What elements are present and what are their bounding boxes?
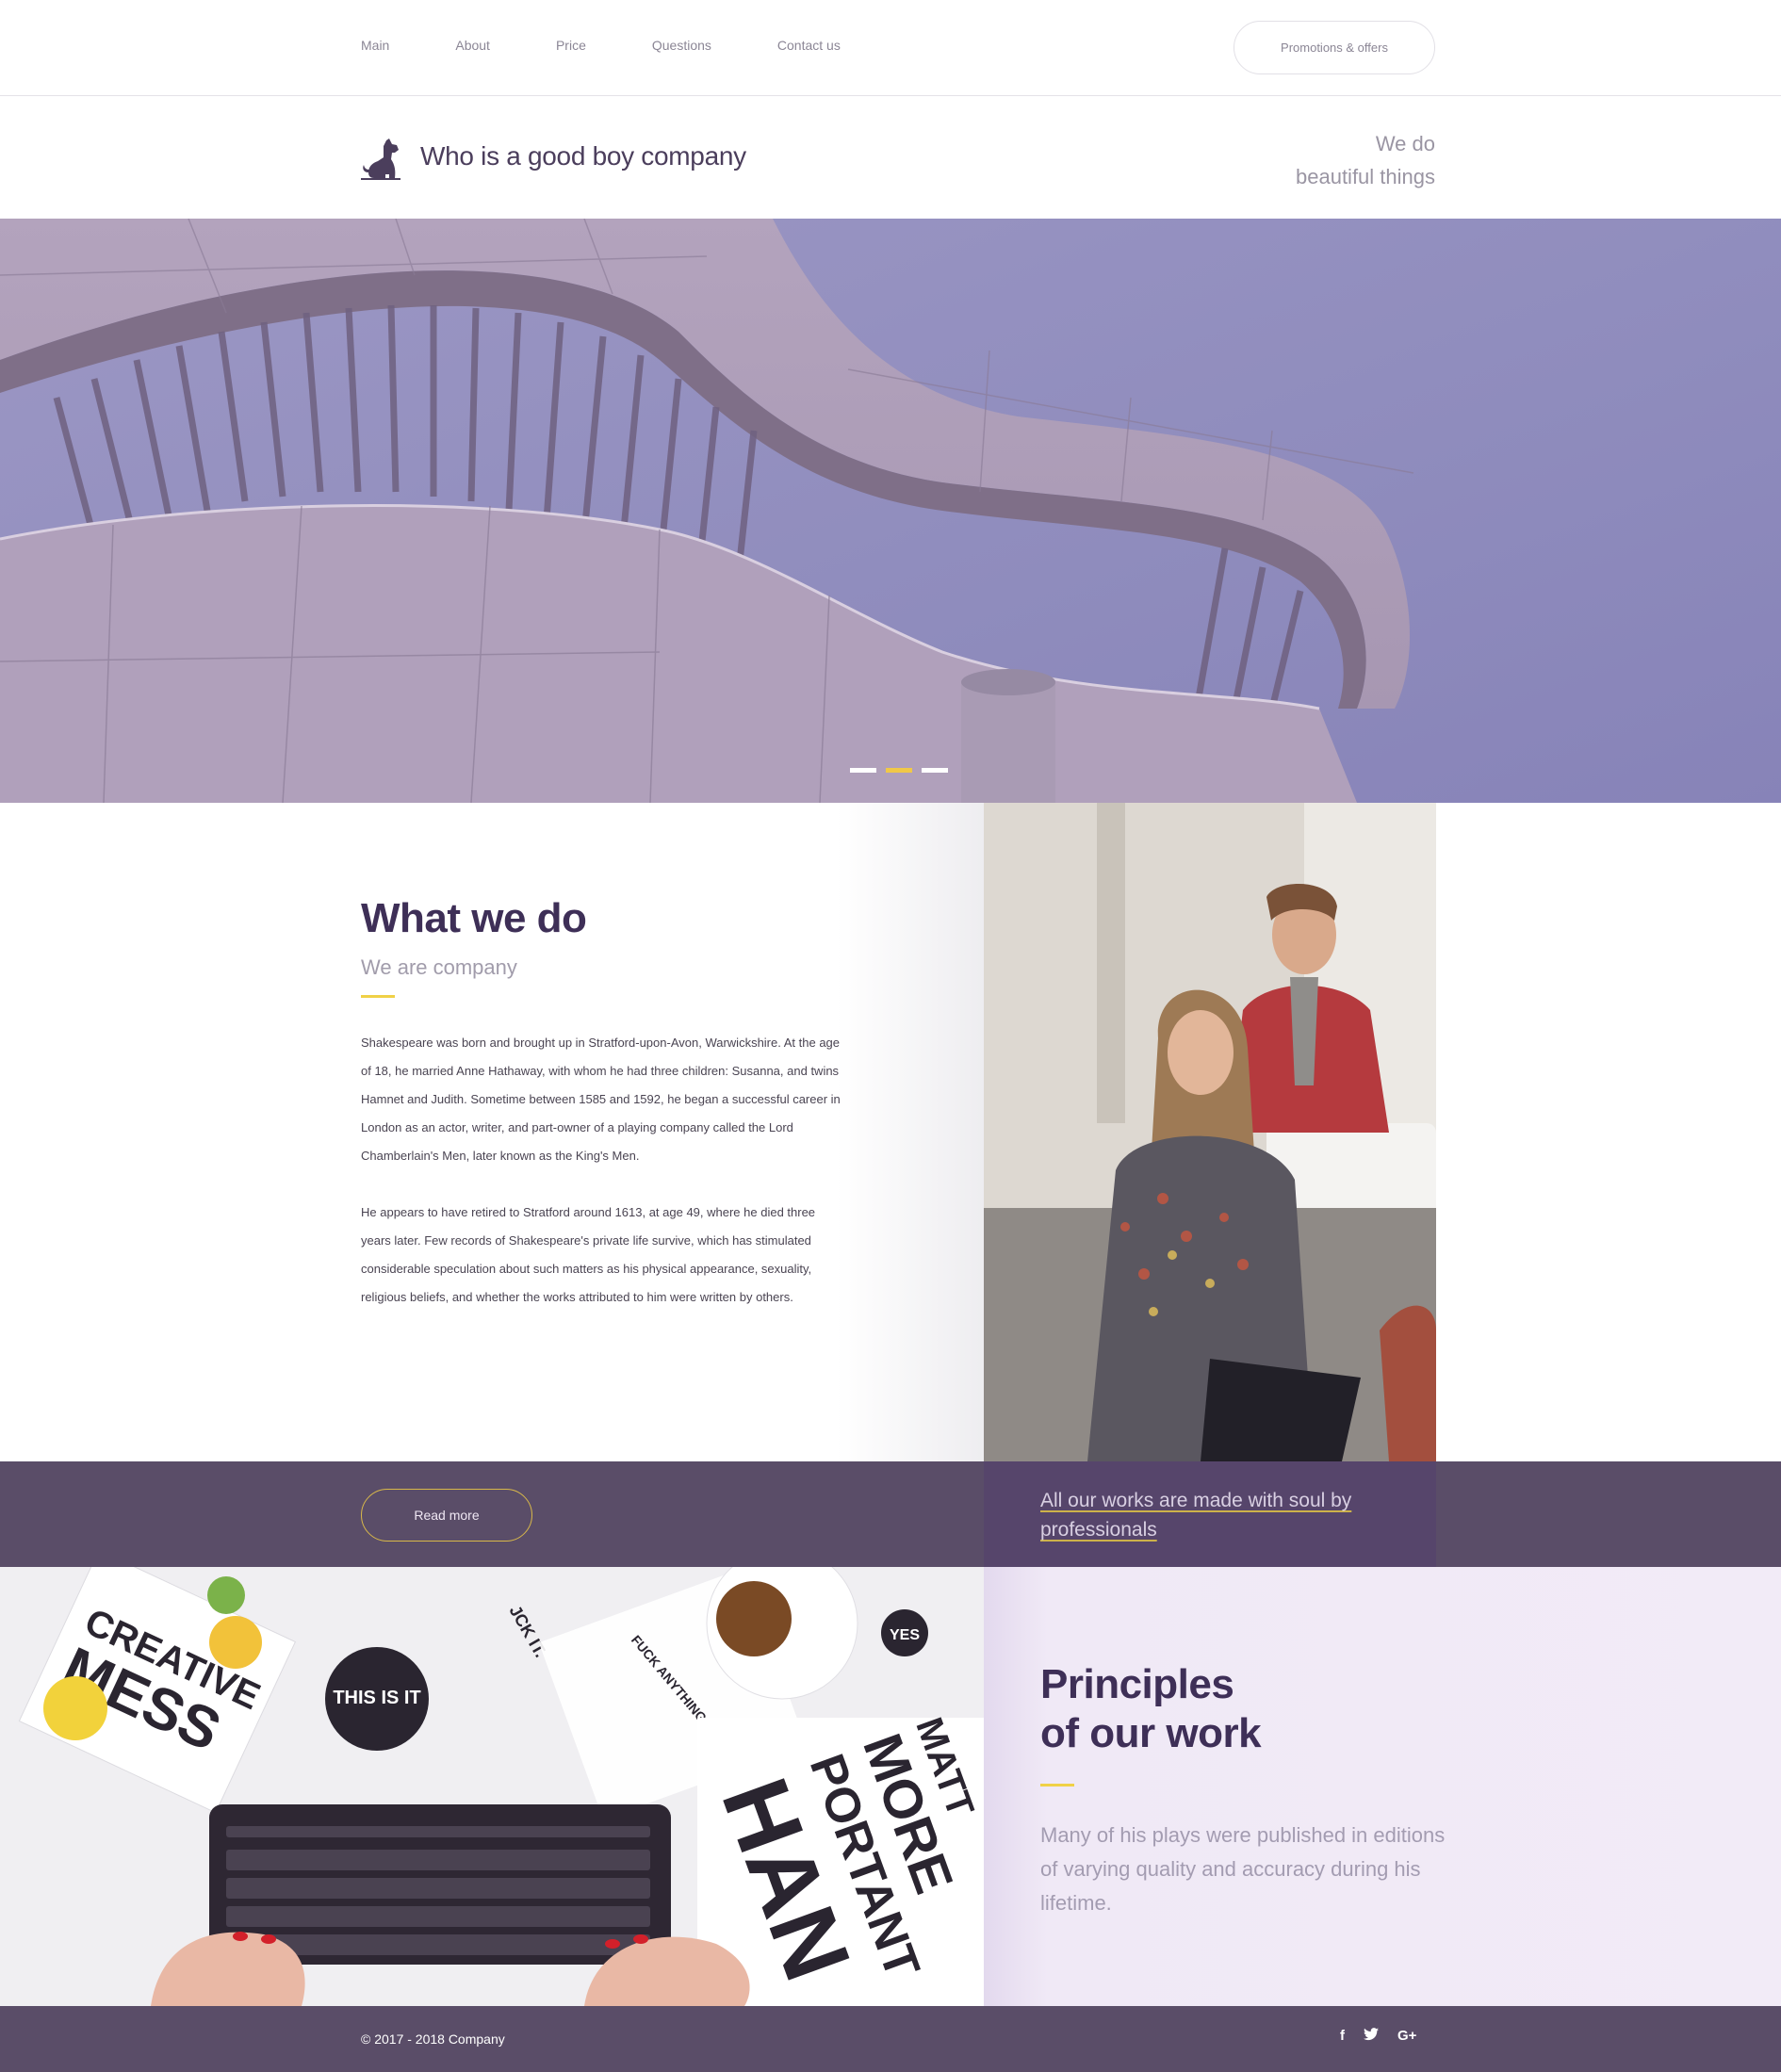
nav-item-price[interactable]: Price <box>556 38 586 53</box>
slider-dot-2[interactable] <box>886 768 912 773</box>
google-plus-icon[interactable]: G+ <box>1397 2028 1416 2045</box>
facebook-icon[interactable]: f <box>1340 2028 1345 2045</box>
slider-dot-3[interactable] <box>922 768 948 773</box>
accent-divider <box>361 995 395 998</box>
principles-title-line1: Principles <box>1040 1661 1234 1707</box>
page: Main About Price Questions Contact us Pr… <box>0 0 1781 2072</box>
hero-slider <box>0 219 1781 803</box>
tagline-line2: beautiful things <box>1296 165 1435 188</box>
what-we-do-paragraph: He appears to have retired to Stratford … <box>361 1205 816 1304</box>
dog-icon[interactable] <box>361 137 400 180</box>
tagline: We do beautiful things <box>1296 127 1435 193</box>
slider-dot-1[interactable] <box>850 768 876 773</box>
tagline-line1: We do <box>1375 132 1435 155</box>
nav-item-main[interactable]: Main <box>361 38 389 53</box>
yes-text: YES <box>890 1627 920 1643</box>
cta-band <box>0 1461 1781 1567</box>
what-we-do-paragraph: Shakespeare was born and brought up in S… <box>361 1036 841 1163</box>
copyright: © 2017 - 2018 Company <box>361 2031 505 2047</box>
principles-title: Principles of our work <box>1040 1660 1262 1758</box>
nav-links: Main About Price Questions Contact us <box>361 38 907 53</box>
promotions-button[interactable]: Promotions & offers <box>1234 21 1435 74</box>
nav-item-questions[interactable]: Questions <box>652 38 711 53</box>
principles-body: Many of his plays were published in edit… <box>1040 1823 1446 1915</box>
read-more-button[interactable]: Read more <box>361 1489 532 1542</box>
brand-name[interactable]: Who is a good boy company <box>420 141 746 171</box>
soul-professionals-link[interactable]: All our works are made with soul by prof… <box>1040 1486 1361 1544</box>
site-footer <box>0 2006 1781 2072</box>
principles-title-line2: of our work <box>1040 1710 1262 1756</box>
slider-dots <box>850 768 957 773</box>
nav-item-about[interactable]: About <box>455 38 490 53</box>
principles-section <box>984 1567 1781 2006</box>
what-we-do-title: What we do <box>361 895 587 941</box>
what-we-do-subtitle: We are company <box>361 955 517 979</box>
top-navigation: Main About Price Questions Contact us Pr… <box>0 0 1781 96</box>
hero-architecture-image <box>0 219 1414 803</box>
this-is-it-text: THIS IS IT <box>333 1688 420 1708</box>
site-header <box>0 97 1781 219</box>
social-links: f G+ <box>1340 2028 1435 2045</box>
accent-divider <box>1040 1784 1074 1786</box>
what-we-do-body: Shakespeare was born and brought up in S… <box>361 1029 846 1340</box>
creative-desk-photo: CREATIVE MESS THIS IS IT JCK IT. FUCK AN… <box>0 1567 984 2006</box>
nav-item-contact-us[interactable]: Contact us <box>777 38 841 53</box>
twitter-icon[interactable] <box>1364 2028 1379 2045</box>
team-meeting-photo <box>984 803 1436 1461</box>
